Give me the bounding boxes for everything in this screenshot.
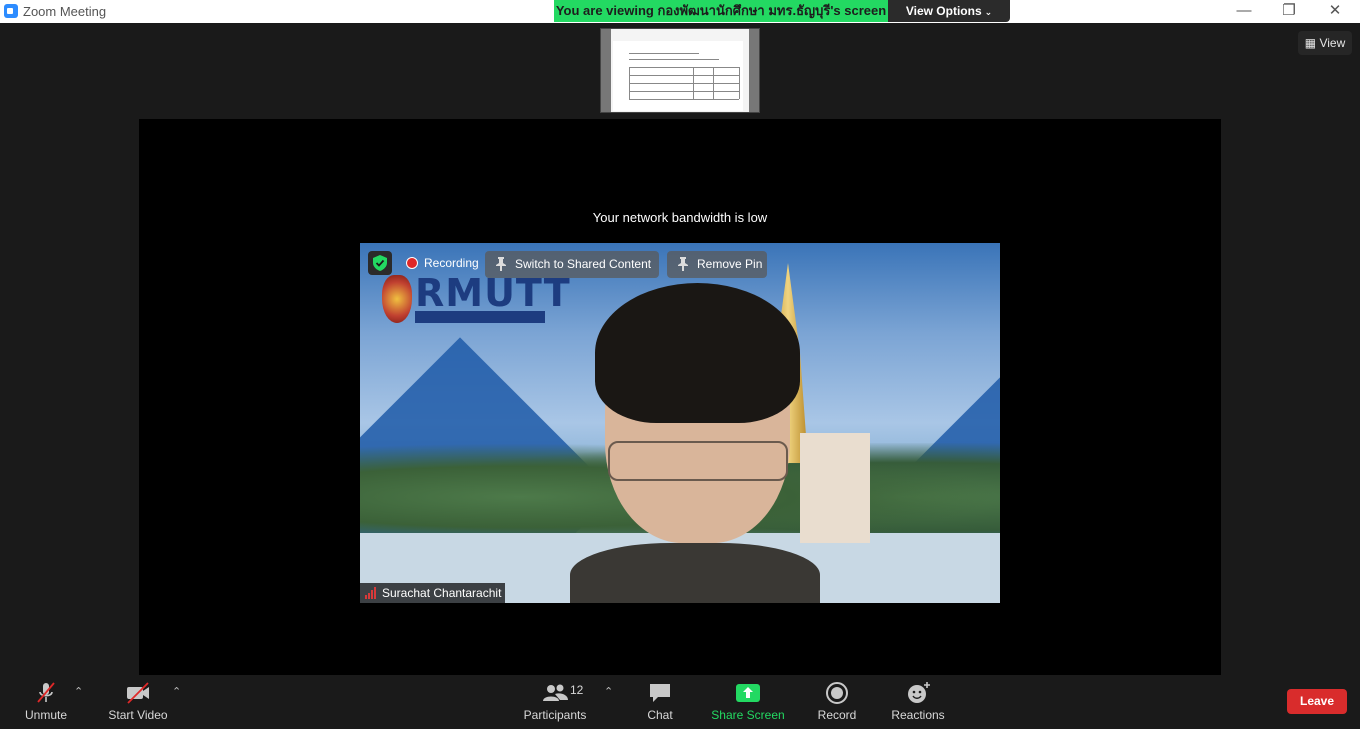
recording-dot-icon (406, 257, 418, 269)
view-layout-button[interactable]: ▦ View (1298, 31, 1352, 55)
participants-icon (543, 684, 568, 701)
shared-screen-thumbnail[interactable] (600, 28, 760, 113)
rmutt-logo-subbar (415, 311, 545, 323)
remove-pin-button[interactable]: Remove Pin (667, 251, 767, 278)
participant-name-tag: Surachat Chantarachit (360, 583, 506, 603)
chat-button[interactable]: Chat (640, 675, 680, 729)
audio-options-caret-icon[interactable]: ⌃ (74, 685, 83, 698)
recording-label: Recording (424, 256, 479, 270)
recording-indicator: Recording (398, 251, 482, 275)
record-label: Record (817, 708, 857, 722)
chat-bubble-icon (650, 684, 670, 702)
reactions-label: Reactions (891, 708, 945, 722)
window-title: Zoom Meeting (23, 4, 107, 19)
record-icon (826, 682, 848, 704)
participants-label: Participants (523, 708, 587, 722)
view-options-label: View Options (905, 4, 982, 18)
share-screen-icon (736, 684, 760, 702)
leave-button[interactable]: Leave (1287, 689, 1347, 714)
network-warning: Your network bandwidth is low (592, 210, 768, 225)
thumbnail-right-edge (749, 29, 759, 112)
restore-button[interactable]: ❐ (1266, 0, 1312, 23)
layout-grid-icon: ▦ (1304, 36, 1317, 50)
thumbnail-left-edge (601, 29, 611, 112)
start-video-label: Start Video (108, 708, 168, 722)
person-hair (595, 283, 800, 423)
record-button[interactable]: Record (814, 675, 860, 729)
smiley-plus-icon (908, 682, 930, 703)
video-options-caret-icon[interactable]: ⌃ (172, 685, 181, 698)
share-screen-button[interactable]: Share Screen (710, 675, 786, 729)
unmute-button[interactable]: Unmute (18, 675, 74, 729)
microphone-muted-icon (37, 682, 55, 703)
chevron-down-icon: ⌄ (984, 7, 993, 17)
zoom-app-icon (4, 4, 18, 18)
switch-to-shared-content-button[interactable]: Switch to Shared Content (485, 251, 659, 278)
thumbnail-document (613, 41, 743, 111)
participant-name: Surachat Chantarachit (382, 586, 502, 600)
start-video-button[interactable]: Start Video (104, 675, 172, 729)
share-screen-label: Share Screen (711, 708, 785, 722)
meeting-toolbar: Unmute ⌃ Start Video ⌃ Participants 12 ⌃… (0, 675, 1360, 729)
pin-icon (496, 257, 506, 271)
network-signal-icon (365, 587, 379, 599)
security-shield-icon[interactable] (368, 251, 392, 275)
view-label: View (1319, 36, 1346, 50)
participants-options-caret-icon[interactable]: ⌃ (604, 685, 613, 698)
view-options-button[interactable]: View Options ⌄ (888, 0, 1010, 22)
background-building (800, 433, 870, 543)
remove-pin-label: Remove Pin (697, 257, 763, 271)
pin-icon (678, 257, 688, 271)
close-button[interactable]: ✕ (1312, 0, 1358, 23)
reactions-button[interactable]: Reactions (888, 675, 948, 729)
participant-count: 12 (570, 683, 584, 697)
minimize-button[interactable]: — (1221, 0, 1267, 23)
participant-video[interactable]: RMUTT (360, 243, 1000, 603)
screen-share-banner: You are viewing กองพัฒนานักศึกษา มทร.ธัญ… (554, 0, 888, 22)
chat-label: Chat (647, 708, 673, 722)
person-body (570, 543, 820, 603)
unmute-label: Unmute (24, 708, 68, 722)
switch-to-shared-content-label: Switch to Shared Content (515, 257, 652, 271)
person-glasses (608, 441, 788, 481)
video-camera-off-icon (127, 682, 149, 704)
rmutt-emblem (382, 275, 412, 323)
